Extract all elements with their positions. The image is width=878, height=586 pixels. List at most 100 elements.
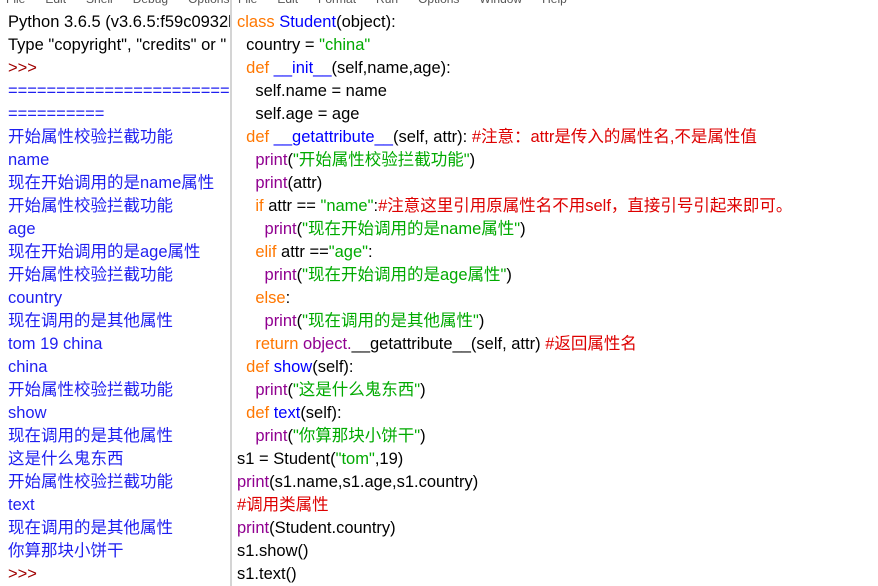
code-token: #调用类属性 [237,496,329,514]
code-token: #注意这里引用原属性名不用self，直接引号引起来即可。 [378,197,793,215]
code-line: def text(self): [232,402,878,425]
shell-output-line: 现在调用的是其他属性 [8,427,173,445]
editor-menu-options[interactable]: Options [418,0,459,6]
shell-output-line: ========== [8,105,105,123]
code-token: print [237,519,270,537]
editor-menu-run[interactable]: Run [376,0,398,6]
code-line: #调用类属性 [232,494,878,517]
code-line: return object.__getattribute__(self, att… [232,333,878,356]
code-token: (self): [312,358,354,376]
code-line: s1.text() [232,563,878,586]
code-line: self.age = age [232,103,878,126]
code-token: else [255,289,286,307]
code-line: print("现在开始调用的是name属性") [232,218,878,241]
code-token: (Student.country) [269,519,396,537]
shell-menu-shell[interactable]: Shell [86,0,113,6]
shell-output-line: 这是什么鬼东西 [8,450,124,468]
shell-menu-options[interactable]: Options [188,0,229,6]
code-token: "name" [320,197,374,215]
code-token: print [255,174,288,192]
editor-menu-edit[interactable]: Edit [277,0,298,6]
code-line: elif attr =="age": [232,241,878,264]
editor-menubar: File Edit Format Run Options Window Help [232,0,878,6]
shell-output-line: 开始属性校验拦截功能 [8,473,173,491]
code-token: print [264,220,297,238]
code-token: "tom" [335,450,375,468]
code-token: (attr) [287,174,323,192]
code-token: show [273,358,313,376]
code-token: print [255,151,288,169]
shell-output-line: 开始属性校验拦截功能 [8,197,173,215]
code-token: elif [255,243,282,261]
code-token: (object): [336,13,396,31]
code-token: attr == [281,243,329,261]
code-token: s1.show() [237,542,309,560]
code-line: print("开始属性校验拦截功能") [232,149,878,172]
shell-output-line: 现在开始调用的是name属性 [8,174,215,192]
python-shell-window: File Edit Shell Debug Options Python 3.6.5 (… [0,0,230,586]
code-line: s1 = Student("tom",19) [232,448,878,471]
code-token: "age" [328,243,368,261]
code-token: (self): [300,404,342,422]
code-token: s1.text() [237,565,297,583]
code-token: (s1.name,s1.age,s1.country) [269,473,479,491]
code-token: Student [279,13,337,31]
code-token: __getattribute__(self, attr) [351,335,546,353]
editor-menu-format[interactable]: Format [318,0,356,6]
editor-menu-window[interactable]: Window [479,0,522,6]
code-token: ) [420,427,426,445]
shell-menu-debug[interactable]: Debug [133,0,168,6]
code-token: ) [469,151,476,169]
shell-output-line: 开始属性校验拦截功能 [8,128,173,146]
code-line: self.name = name [232,80,878,103]
shell-prompt: >>> [8,565,42,583]
code-token: def [246,128,274,146]
code-editor[interactable]: class Student(object): country = "china"… [232,11,878,586]
code-line: country = "china" [232,34,878,57]
code-token: self.name = name [237,82,387,100]
shell-output-line: show [8,404,47,422]
code-line: print(s1.name,s1.age,s1.country) [232,471,878,494]
code-line: else: [232,287,878,310]
code-token: print [237,473,270,491]
code-token: ) [520,220,526,238]
code-token: __getattribute__ [273,128,393,146]
code-line: print("现在开始调用的是age属性") [232,264,878,287]
code-token: text [273,404,301,422]
shell-menubar: File Edit Shell Debug Options [0,0,230,6]
shell-menu-file[interactable]: File [6,0,25,6]
code-line: print("这是什么鬼东西") [232,379,878,402]
shell-menu-edit[interactable]: Edit [45,0,66,6]
editor-menu-help[interactable]: Help [542,0,567,6]
shell-output[interactable]: Python 3.6.5 (v3.6.5:f59c0932b Type "copy… [0,11,230,586]
code-token: ) [420,381,426,399]
shell-output-line: 开始属性校验拦截功能 [8,381,173,399]
code-token: #注意：attr是传入的属性名,不是属性值 [471,128,757,146]
shell-output-line: 现在调用的是其他属性 [8,519,173,537]
code-line: def __getattribute__(self, attr): #注意：at… [232,126,878,149]
code-token: __init__ [273,59,332,77]
code-token: attr == [268,197,321,215]
code-token: ) [506,266,512,284]
shell-output-line: Type "copyright", "credits" or " [8,36,227,54]
code-token: (self,name,age): [331,59,451,77]
shell-output-line: age [8,220,36,238]
code-token: "现在开始调用的是name属性" [302,220,521,238]
code-token: "这是什么鬼东西" [292,381,421,399]
editor-menu-file[interactable]: File [238,0,257,6]
code-token: (self, attr): [392,128,472,146]
code-line: s1.show() [232,540,878,563]
shell-output-line: 开始属性校验拦截功能 [8,266,173,284]
code-token: : [285,289,291,307]
code-token: country = [237,36,320,54]
code-token: class [237,13,280,31]
